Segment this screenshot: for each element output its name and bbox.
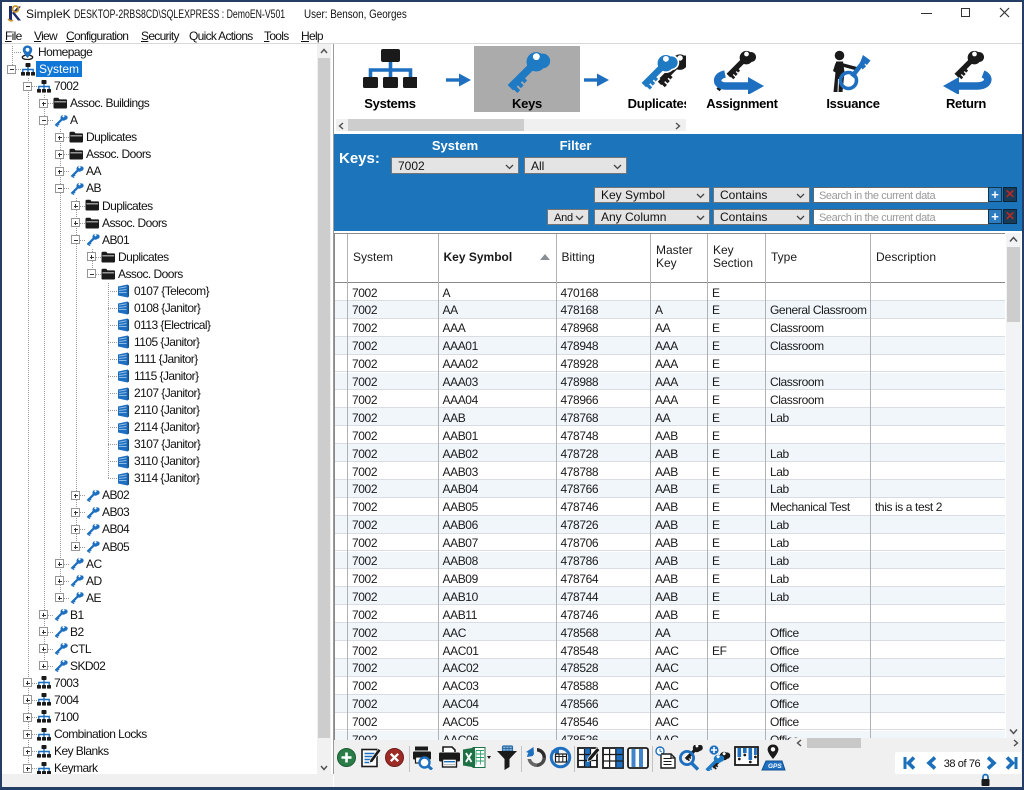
svg-text:GPS: GPS (768, 763, 782, 770)
